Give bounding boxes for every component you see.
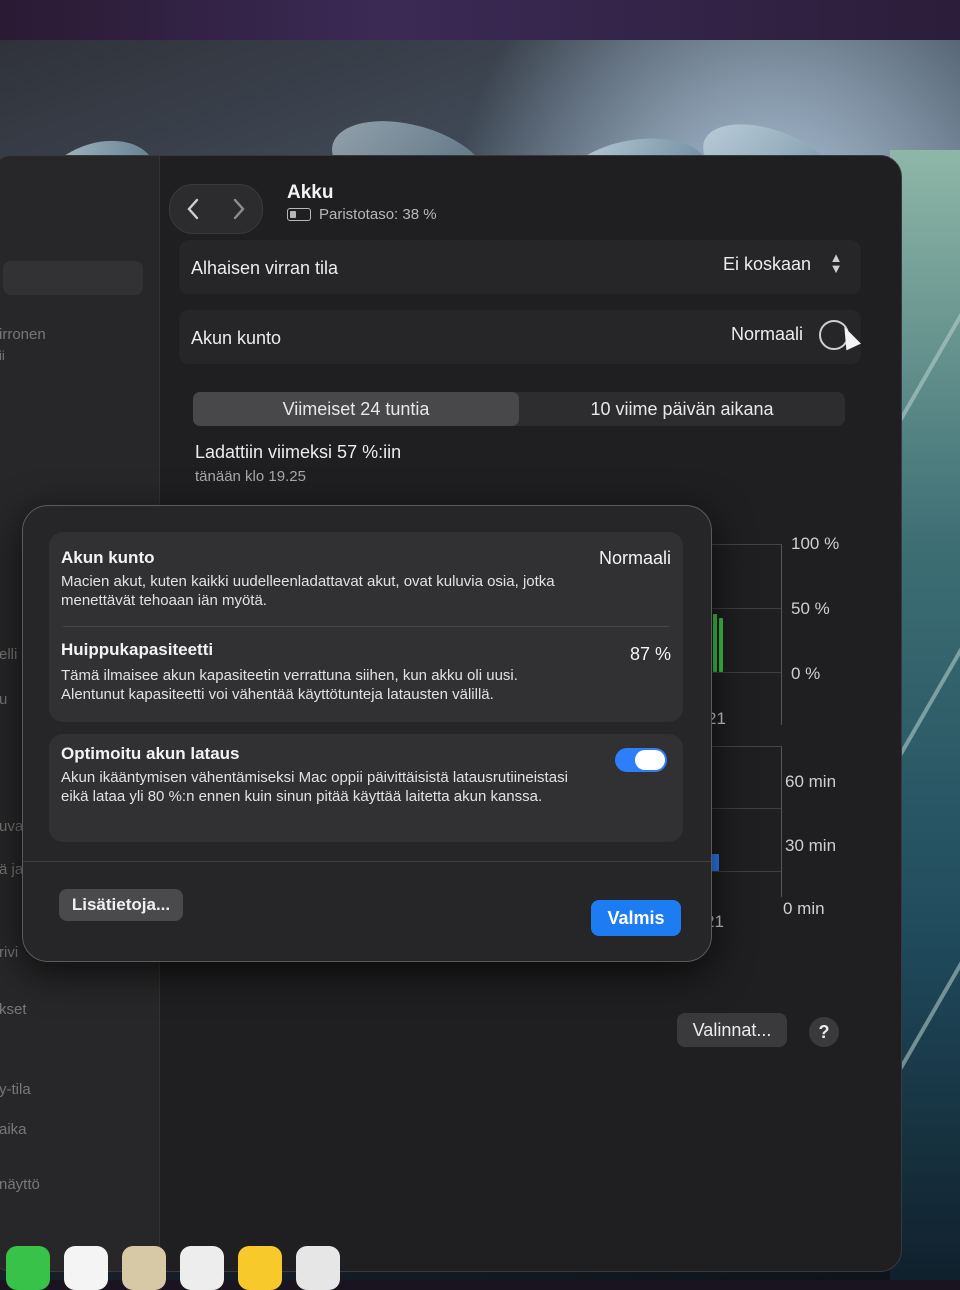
done-button[interactable]: Valmis [591, 900, 681, 936]
sidebar-item[interactable]: rivi [0, 944, 18, 961]
tab-last-10-days[interactable]: 10 viime päivän aikana [519, 392, 845, 426]
calendar-icon[interactable] [64, 1246, 108, 1290]
optimized-charging-title: Optimoitu akun lataus [61, 744, 240, 763]
last-charged-title: Ladattiin viimeksi 57 %:iin [195, 442, 402, 462]
battery-level-text: Paristotaso: 38 % [319, 206, 437, 223]
navigation-buttons [169, 184, 263, 234]
battery-health-value: Normaali [730, 324, 803, 344]
updown-chevron-icon[interactable]: ▲ ▼ [825, 251, 847, 276]
sidebar-item[interactable]: elli [0, 646, 17, 663]
sidebar-search-field[interactable] [3, 261, 143, 295]
capacity-description: Tämä ilmaisee akun kapasiteetin verrattu… [61, 667, 518, 703]
battery-level-bar [713, 614, 717, 672]
tab-last-24-hours[interactable]: Viimeiset 24 tuntia [193, 392, 519, 426]
optimized-charging-toggle[interactable] [615, 748, 667, 772]
health-value: Normaali [598, 548, 671, 568]
time-range-segmented-control: Viimeiset 24 tuntia 10 viime päivän aika… [193, 392, 845, 426]
y-tick-label: 100 % [791, 534, 840, 553]
y-tick-label: 0 min [783, 899, 825, 918]
back-button[interactable] [170, 185, 216, 233]
optimized-charging-card: Optimoitu akun lataus Akun ikääntymisen … [49, 734, 683, 842]
sidebar-item[interactable]: aika [0, 1121, 27, 1138]
y-tick-label: 60 min [785, 772, 837, 791]
facetime-icon[interactable] [6, 1246, 50, 1290]
health-card: Akun kunto Normaali Macien akut, kuten k… [49, 532, 683, 722]
battery-level-bar [719, 618, 723, 672]
y-tick-label: 30 min [785, 836, 837, 855]
sidebar-item[interactable]: ä ja [0, 861, 23, 878]
help-button[interactable]: ? [809, 1017, 839, 1047]
chevron-left-icon [187, 198, 199, 220]
battery-health-sheet: Akun kunto Normaali Macien akut, kuten k… [22, 505, 712, 962]
y-tick-label: 0 % [791, 664, 821, 683]
sidebar-item[interactable]: ii [0, 348, 5, 363]
battery-icon [287, 208, 311, 221]
notes-icon[interactable] [238, 1246, 282, 1290]
low-power-mode-label: Alhaisen virran tila [191, 258, 339, 278]
options-button[interactable]: Valinnat... [677, 1013, 787, 1047]
capacity-title: Huippukapasiteetti [61, 640, 214, 659]
more-info-button[interactable]: Lisätietoja... [59, 889, 183, 921]
dock [0, 1246, 376, 1290]
low-power-mode-select[interactable]: Ei koskaan [723, 254, 811, 275]
sidebar-item[interactable]: näyttö [0, 1176, 40, 1193]
page-title: Akku [287, 182, 334, 203]
contacts-icon[interactable] [122, 1246, 166, 1290]
desktop-top-strip [0, 0, 960, 40]
reminders-icon[interactable] [180, 1246, 224, 1290]
sidebar-item[interactable]: uva [0, 818, 23, 835]
freeform-icon[interactable] [296, 1246, 340, 1290]
battery-health-label: Akun kunto [191, 328, 282, 348]
forward-button[interactable] [216, 185, 262, 233]
sidebar-item[interactable]: y-tila [0, 1081, 31, 1098]
last-charged-time: tänään klo 19.25 [195, 468, 306, 485]
optimized-charging-description: Akun ikääntymisen vähentämiseksi Mac opp… [61, 769, 568, 805]
health-description: Macien akut, kuten kaikki uudelleenladat… [61, 573, 555, 609]
low-power-mode-row: Alhaisen virran tila Ei koskaan ▲ ▼ [179, 240, 861, 294]
sidebar-item[interactable]: irronen [0, 326, 46, 343]
sidebar-item[interactable]: kset [0, 1001, 27, 1018]
health-title: Akun kunto [61, 548, 155, 567]
y-tick-label: 50 % [791, 599, 830, 618]
battery-level-status: Paristotaso: 38 % [287, 206, 437, 223]
sidebar-item[interactable]: u [0, 691, 7, 708]
chevron-right-icon [233, 198, 245, 220]
capacity-value: 87 % [629, 644, 671, 664]
battery-health-row: Akun kunto Normaali [179, 310, 861, 364]
